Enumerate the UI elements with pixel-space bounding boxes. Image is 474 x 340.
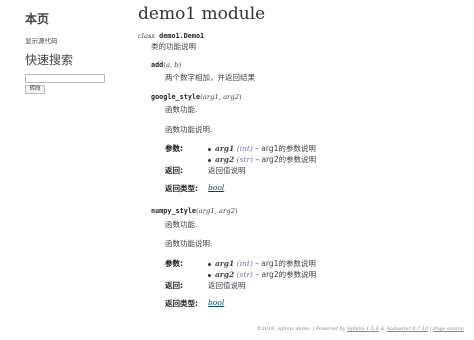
numpy-style-rtype-link[interactable]: bool [208,298,224,307]
param-desc: – arg2的参数说明 [255,155,317,164]
numpy-style-signature: numpy_style(arg1, arg2) [151,207,238,215]
param-name: arg1 [215,259,235,268]
param-desc: – arg1的参数说明 [255,259,316,268]
show-source-link[interactable]: 显示源代码 [25,35,120,45]
footer-and: & [378,326,387,332]
sphinx-link[interactable]: Sphinx 1.5.6 [347,326,379,332]
class-description: 类的功能说明 [151,42,196,51]
numpy-style-func-label: 函数功能. [165,220,198,229]
google-style-params: arg1, arg2 [202,93,240,101]
param-name: arg1 [215,144,235,153]
google-style-name: google_style [151,93,201,101]
quick-search-title: 快速搜索 [25,53,74,67]
add-params: a, b [165,61,179,69]
footer: ©2018, sphinx demo. | Powered by Sphinx … [256,326,464,332]
param-type: (int) [236,259,253,268]
footer-copyright: ©2018, sphinx demo. | Powered by [256,326,346,332]
param-name: arg2 [215,270,235,279]
numpy-style-param-1: arg1 (int) – arg1的参数说明 [208,258,316,269]
numpy-style-param-2: arg2 (str) – arg2的参数说明 [208,269,316,280]
param-desc: – arg1的参数说明 [255,144,316,153]
param-type: (str) [236,270,253,279]
class-signature: class demo1.Demo1 [138,32,204,40]
google-style-rtype-label: 返回类型: [165,184,198,193]
google-style-returns-desc: 返回值说明 [208,166,246,175]
go-button[interactable]: 转向 [25,85,45,94]
numpy-style-func-desc: 函数功能说明. [165,239,213,248]
numpy-style-returns-desc: 返回值说明 [208,281,246,290]
param-name: arg2 [215,155,235,164]
google-style-func-desc: 函数功能说明. [165,125,213,134]
google-style-params-label: 参数: [165,144,183,153]
search-input[interactable] [25,74,105,83]
param-desc: – arg2的参数说明 [255,270,317,279]
page-title: demo1 module [138,4,266,24]
numpy-style-returns-label: 返回: [165,281,183,290]
google-style-param-1: arg1 (int) – arg1的参数说明 [208,143,316,154]
google-style-returns-label: 返回: [165,166,183,175]
google-style-rtype-link[interactable]: bool [208,183,224,192]
param-type: (int) [236,144,253,153]
sidebar-title: 本页 [25,12,50,26]
page-source-link[interactable]: Page source [433,326,464,332]
add-description: 两个数字相加，并返回结果 [165,73,255,82]
add-signature: add(a, b) [151,61,182,69]
google-style-func-label: 函数功能. [165,105,198,114]
numpy-style-rtype-label: 返回类型: [165,299,198,308]
param-type: (str) [236,155,253,164]
alabaster-link[interactable]: Alabaster 0.7.10 [387,326,429,332]
class-keyword: class [138,32,156,40]
google-style-param-2: arg2 (str) – arg2的参数说明 [208,154,316,165]
add-name: add [151,61,164,69]
numpy-style-params-label: 参数: [165,259,183,268]
numpy-style-params: arg1, arg2 [198,207,235,215]
sidebar: 本页 显示源代码 快速搜索 转向 [25,10,120,94]
google-style-signature: google_style(arg1, arg2) [151,93,242,101]
numpy-style-name: numpy_style [151,207,197,215]
class-name: demo1.Demo1 [159,32,205,40]
